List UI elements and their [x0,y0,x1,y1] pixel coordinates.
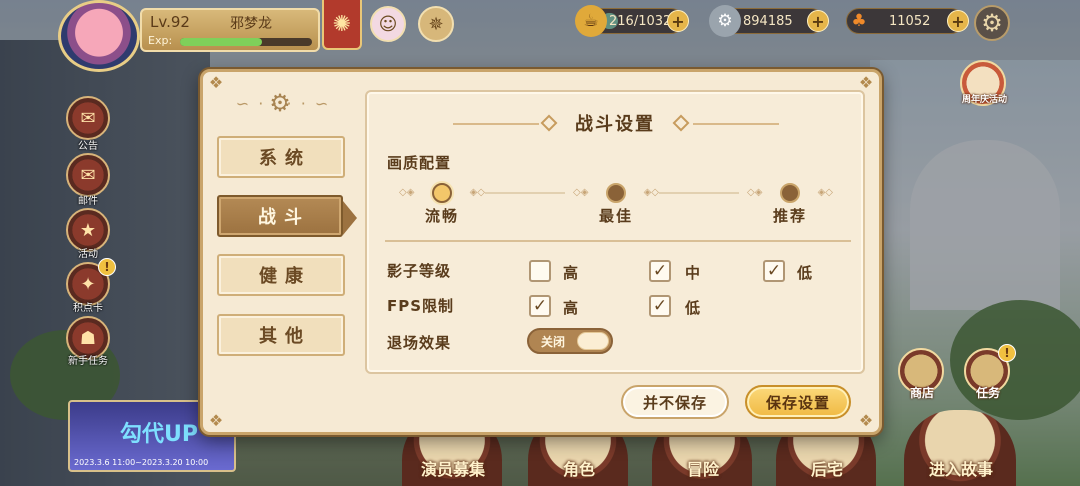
fps-low-checkbox[interactable]: ✓ [649,295,671,317]
points-card-alert-icon: ! [98,258,116,276]
nav-recruit-label: 演员募集 [420,460,485,479]
exit-effect-toggle-text: 关闭 [541,335,566,349]
stamina-icon: ☕ [575,5,607,37]
shadow-low-label: 低 [797,264,813,282]
player-info-bar[interactable]: Lv.92 邪梦龙 Exp: [140,8,320,52]
side-label-novice-task: 新手任务 [68,356,108,367]
carrot-value: 11052 [889,13,931,29]
quality-option-label: 最佳 [598,207,633,225]
anniversary-event-label: 周年庆活动 [962,95,1008,105]
nav-adventure-label: 冒险 [686,460,719,479]
mail-button[interactable]: ✉ [66,153,110,197]
player-level: Lv.92 [150,13,190,31]
discard-button[interactable]: 并不保存 [621,385,729,419]
discard-button-label: 并不保存 [642,393,707,412]
nav-story-label: 进入故事 [928,460,993,479]
shadow-medium-checkbox[interactable]: ✓ [649,260,671,282]
add-stamina-button[interactable]: + [667,10,689,32]
side-label-announcement: 公告 [78,141,98,152]
tab-health-label: 健康 [259,266,311,287]
companion-avatar[interactable]: ☺ [370,6,406,42]
carrot-resource: ♣ 11052 + [846,8,969,34]
corner-ornament-icon: ❖ [858,411,874,430]
side-label-points-card: 积点卡 [73,303,103,314]
quality-knob [780,183,800,203]
tab-other[interactable]: 其他 [217,314,345,356]
add-coin-button[interactable]: + [807,10,829,32]
tab-system[interactable]: 系统 [217,136,345,178]
exp-bar-fill [180,38,262,46]
tab-health[interactable]: 健康 [217,254,345,296]
tab-battle[interactable]: 战斗 [217,195,357,237]
quality-knob [606,183,626,203]
announcement-button[interactable]: ✉ [66,96,110,140]
fps-label: FPS限制 [387,297,455,315]
gear-ornament-icon: ⚙ [269,89,291,117]
quality-option-label: 流畅 [424,207,459,225]
nav-characters-label: 角色 [562,460,595,479]
nav-backyard-label: 后宅 [810,460,843,479]
guild-flag-icon[interactable]: ✺ [322,0,362,50]
coin-icon: ⚙ [709,5,741,37]
tab-battle-label: 战斗 [258,207,310,228]
quality-track [659,192,739,194]
exit-effect-toggle[interactable]: 关闭 [527,328,613,354]
settings-gear-icon[interactable]: ⚙ [974,5,1010,41]
shadow-high-checkbox[interactable] [529,260,551,282]
exp-bar [180,38,312,46]
fps-low-label: 低 [685,299,701,317]
shadow-high-label: 高 [563,264,579,282]
shadow-medium-label: 中 [685,264,701,282]
stamina-resource: ☕ 216/1032 + [575,5,689,37]
settings-dialog: ❖ ❖ ❖ ❖ ∽ · · · · ∽ ⚙ 系统 战斗 健康 其他 战斗设置 画… [200,69,882,435]
tab-other-label: 其他 [259,326,311,347]
save-settings-button[interactable]: 保存设置 [745,385,851,419]
quality-option-label: 推荐 [772,207,807,225]
corner-ornament-icon: ❖ [208,73,224,92]
corner-ornament-icon: ❖ [208,411,224,430]
section-divider [385,240,851,242]
shadow-low-checkbox[interactable]: ✓ [763,260,785,282]
tab-system-label: 系统 [259,148,311,169]
fps-high-label: 高 [563,299,579,317]
quality-option-recommended[interactable]: ◇◈ ◈◇ [747,181,833,205]
shop-label: 商店 [910,386,935,400]
coin-value: 894185 [743,13,793,29]
save-settings-button-label: 保存设置 [765,393,830,412]
coin-resource: ⚙ 894185 + [709,5,829,37]
event-banner-title: 勾代UP [120,422,198,447]
task-alert-icon: ! [998,344,1016,362]
exp-label: Exp: [148,34,173,47]
quality-label: 画质配置 [387,154,452,172]
quality-track [485,192,565,194]
quality-option-smooth[interactable]: ◇◈ ◈◇ [399,181,485,205]
add-carrot-button[interactable]: + [947,10,969,32]
task-label: 任务 [976,386,1001,400]
event-banner-dates: 2023.3.6 11:00~2023.3.20 10:00 [74,458,209,467]
quality-knob-selected [432,183,452,203]
battle-settings-panel: 战斗设置 画质配置 ◇◈ ◈◇ ◇◈ ◈◇ ◇◈ ◈◇ 流畅 最佳 推荐 影子等级 高… [365,90,865,374]
player-avatar[interactable] [58,0,140,72]
exit-effect-label: 退场效果 [387,334,452,352]
panel-title: 战斗设置 [575,114,655,135]
player-name: 邪梦龙 [230,16,272,32]
side-label-mail: 邮件 [78,196,98,207]
fps-high-checkbox[interactable]: ✓ [529,295,551,317]
compass-icon[interactable]: ✵ [418,6,454,42]
toggle-thumb [577,332,609,350]
quality-option-best[interactable]: ◇◈ ◈◇ [573,181,659,205]
carrot-icon: ♣ [851,11,867,31]
stamina-value: 216/1032 [609,13,672,29]
shadow-label: 影子等级 [387,262,452,280]
